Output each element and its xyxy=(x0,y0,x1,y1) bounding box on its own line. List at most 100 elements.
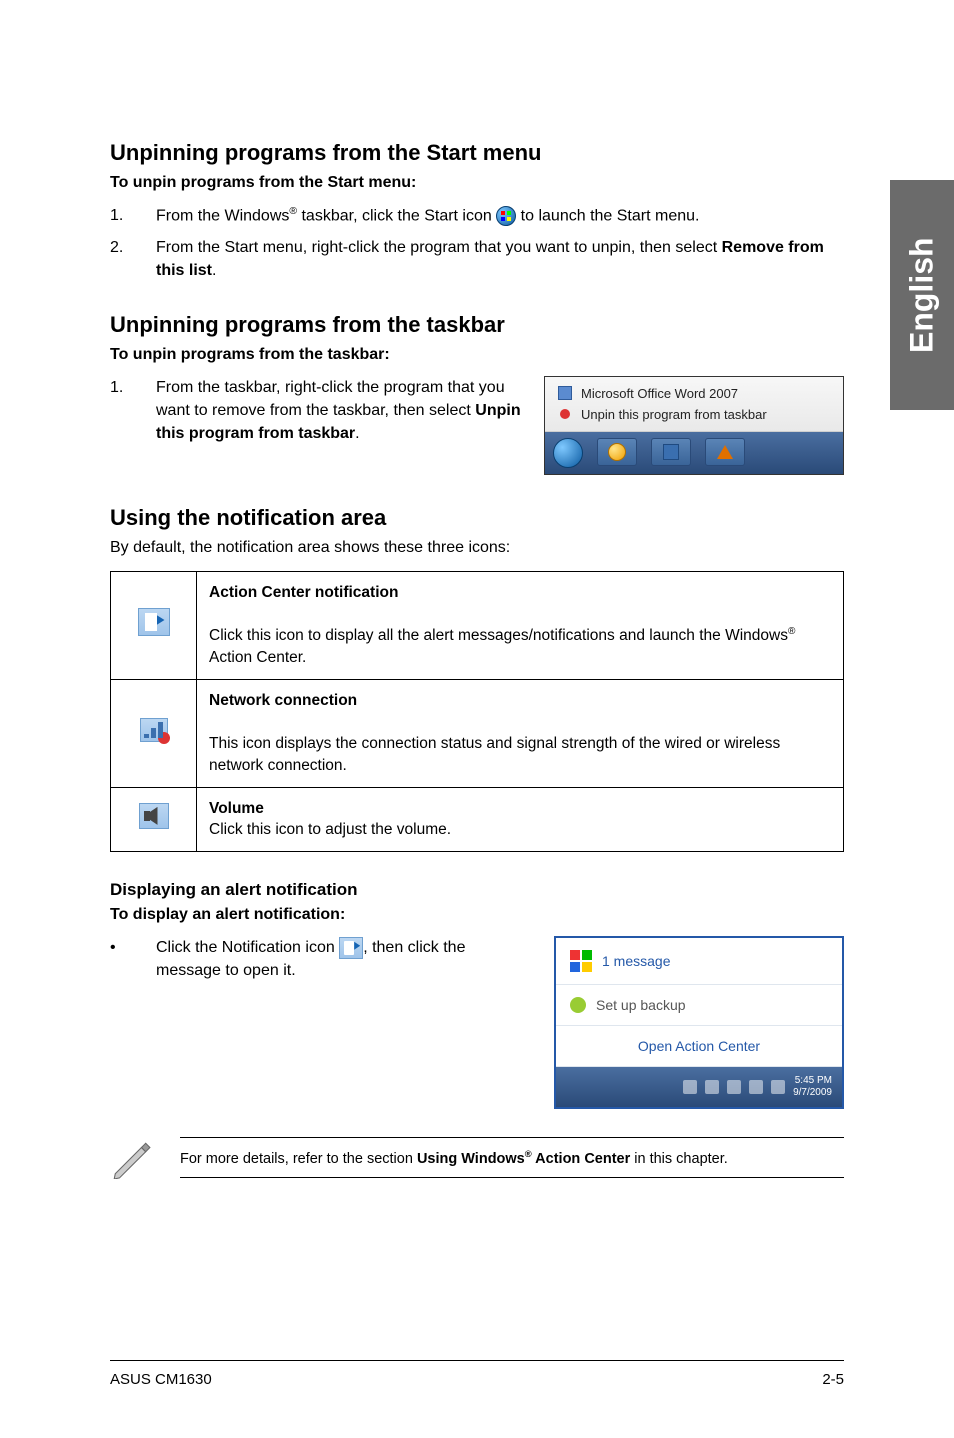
text-frag: taskbar, click the Start icon xyxy=(297,207,496,224)
start-orb-icon xyxy=(553,438,583,468)
row-body-frag: Action Center. xyxy=(209,649,306,666)
row-body: This icon displays the connection status… xyxy=(209,735,780,774)
tray-icon xyxy=(705,1080,719,1094)
step-1-taskbar: 1. From the taskbar, right-click the pro… xyxy=(110,376,524,446)
text-frag: . xyxy=(212,262,216,279)
tray-time: 5:45 PM xyxy=(795,1075,832,1086)
bullet-dot: • xyxy=(110,936,156,982)
tray-icon xyxy=(683,1080,697,1094)
text-frag: . xyxy=(355,425,359,442)
table-row: Volume Click this icon to adjust the vol… xyxy=(111,787,844,851)
ie-icon xyxy=(608,443,626,461)
popup-label-messages: 1 message xyxy=(602,953,670,969)
step-text: From the Start menu, right-click the pro… xyxy=(156,236,844,282)
tray-date: 9/7/2009 xyxy=(793,1087,832,1098)
step-1-start: 1. From the Windows® taskbar, click the … xyxy=(110,204,844,228)
note-text: For more details, refer to the section U… xyxy=(180,1137,844,1178)
step-number: 2. xyxy=(110,236,156,282)
tray-icon xyxy=(727,1080,741,1094)
menu-item-word: Microsoft Office Word 2007 xyxy=(555,383,833,404)
bullet-text: Click the Notification icon , then click… xyxy=(156,936,534,982)
start-orb-icon xyxy=(496,206,516,226)
text-frag: From the Windows xyxy=(156,207,289,224)
popup-system-tray: 5:45 PM 9/7/2009 xyxy=(556,1067,842,1107)
heading-unpin-start: Unpinning programs from the Start menu xyxy=(110,140,844,166)
step-number: 1. xyxy=(110,376,156,446)
text-frag: in this chapter. xyxy=(630,1151,728,1167)
unpin-icon xyxy=(560,409,570,419)
page-content: Unpinning programs from the Start menu T… xyxy=(0,0,954,1184)
notification-flag-icon xyxy=(339,937,363,959)
tray-icon xyxy=(771,1080,785,1094)
table-row: Network connection This icon displays th… xyxy=(111,679,844,787)
step-number: 1. xyxy=(110,204,156,228)
bold-frag: Action Center xyxy=(532,1151,631,1167)
subline-unpin-taskbar: To unpin programs from the taskbar: xyxy=(110,346,844,364)
step-text: From the Windows® taskbar, click the Sta… xyxy=(156,204,844,228)
icon-cell-volume xyxy=(111,787,197,851)
popup-row-backup: Set up backup xyxy=(556,985,842,1026)
table-row: Action Center notification Click this ic… xyxy=(111,571,844,679)
context-menu-body: Microsoft Office Word 2007 Unpin this pr… xyxy=(545,377,843,432)
reg-mark: ® xyxy=(525,1148,532,1159)
subline-unpin-start: To unpin programs from the Start menu: xyxy=(110,174,844,192)
text-frag: For more details, refer to the section xyxy=(180,1151,417,1167)
taskbar-button-ie xyxy=(597,438,637,466)
popup-label-backup: Set up backup xyxy=(596,997,686,1013)
text-frag: Click the Notification icon xyxy=(156,939,339,956)
text-frag: to launch the Start menu. xyxy=(516,207,699,224)
word-icon xyxy=(663,444,679,460)
menu-item-unpin: Unpin this program from taskbar xyxy=(555,404,833,425)
footer-right: 2-5 xyxy=(822,1371,844,1388)
popup-row-messages: 1 message xyxy=(556,938,842,985)
flag-icon xyxy=(570,950,592,972)
step-text: From the taskbar, right-click the progra… xyxy=(156,376,524,446)
row-body: Click this icon to adjust the volume. xyxy=(209,821,451,838)
row-title: Network connection xyxy=(209,692,357,709)
icon-cell-network xyxy=(111,679,197,787)
backup-icon xyxy=(570,997,586,1013)
tray-icon xyxy=(749,1080,763,1094)
subline-alert-notification: To display an alert notification: xyxy=(110,906,844,924)
section-row-alert: • Click the Notification icon , then cli… xyxy=(110,936,844,1109)
bullet-alert: • Click the Notification icon , then cli… xyxy=(110,936,534,982)
text-frag: From the Start menu, right-click the pro… xyxy=(156,239,722,256)
pencil-icon xyxy=(110,1137,152,1184)
menu-item-label: Microsoft Office Word 2007 xyxy=(581,386,738,401)
desc-cell: Network connection This icon displays th… xyxy=(197,679,844,787)
taskbar-button-media xyxy=(705,438,745,466)
desc-cell: Volume Click this icon to adjust the vol… xyxy=(197,787,844,851)
step-2-start: 2. From the Start menu, right-click the … xyxy=(110,236,844,282)
row-title: Action Center notification xyxy=(209,584,398,601)
screenshot-taskbar-context-menu: Microsoft Office Word 2007 Unpin this pr… xyxy=(544,376,844,475)
reg-mark: ® xyxy=(289,206,297,217)
tray-clock: 5:45 PM 9/7/2009 xyxy=(793,1075,832,1099)
text-frag: From the taskbar, right-click the progra… xyxy=(156,379,505,419)
word-icon xyxy=(558,386,572,400)
intro-notification-area: By default, the notification area shows … xyxy=(110,539,844,557)
action-center-icon xyxy=(138,608,170,636)
bold-frag: Using Windows xyxy=(417,1151,525,1167)
screenshot-action-center-popup: 1 message Set up backup Open Action Cent… xyxy=(554,936,844,1109)
volume-icon xyxy=(139,803,169,829)
footer-left: ASUS CM1630 xyxy=(110,1371,212,1388)
heading-alert-notification: Displaying an alert notification xyxy=(110,880,844,900)
note-row: For more details, refer to the section U… xyxy=(110,1137,844,1184)
page-footer: ASUS CM1630 2-5 xyxy=(110,1360,844,1388)
heading-notification-area: Using the notification area xyxy=(110,505,844,531)
heading-unpin-taskbar: Unpinning programs from the taskbar xyxy=(110,312,844,338)
icon-cell-action-center xyxy=(111,571,197,679)
menu-item-label: Unpin this program from taskbar xyxy=(581,407,767,422)
section-row-taskbar: 1. From the taskbar, right-click the pro… xyxy=(110,376,844,475)
language-tab: English xyxy=(890,180,954,410)
network-x-badge xyxy=(158,732,170,744)
row-title: Volume xyxy=(209,800,264,817)
row-body-frag: Click this icon to display all the alert… xyxy=(209,627,788,644)
notification-icons-table: Action Center notification Click this ic… xyxy=(110,571,844,852)
reg-mark: ® xyxy=(788,626,795,637)
desc-cell: Action Center notification Click this ic… xyxy=(197,571,844,679)
taskbar-button-word xyxy=(651,438,691,466)
popup-row-open-action-center: Open Action Center xyxy=(556,1026,842,1067)
media-icon xyxy=(717,445,733,459)
network-icon xyxy=(140,718,168,742)
